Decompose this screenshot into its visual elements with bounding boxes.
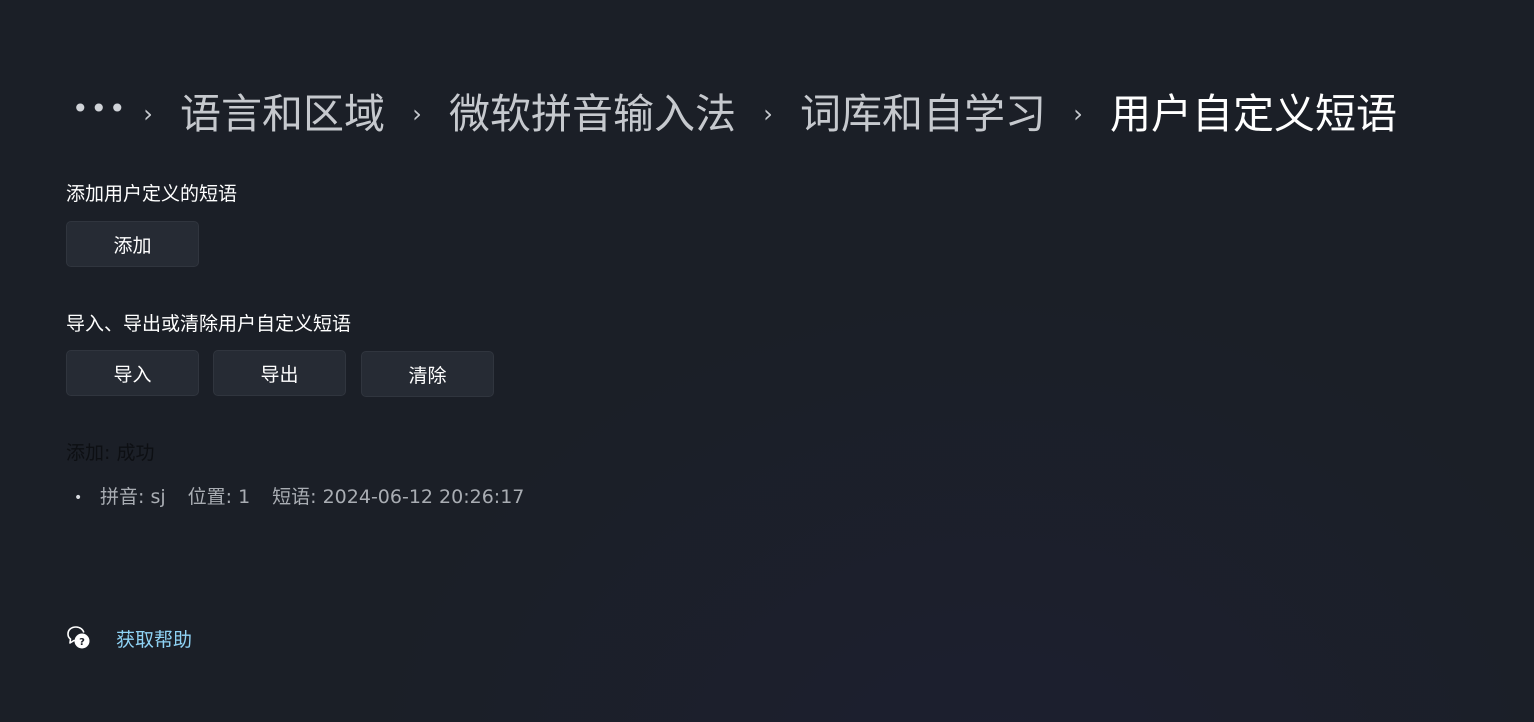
settings-page: ••• › 语言和区域 › 微软拼音输入法 › 词库和自学习 › 用户自定义短语…	[0, 0, 1534, 722]
svg-text:?: ?	[79, 637, 85, 648]
io-section-label: 导入、导出或清除用户自定义短语	[66, 313, 352, 335]
breadcrumb-item-lexicon-self-learning[interactable]: 词库和自学习	[800, 93, 1046, 135]
chevron-right-icon: ›	[763, 100, 773, 128]
help-chat-icon: ?	[66, 624, 92, 652]
status-title: 添加: 成功	[66, 442, 155, 464]
add-section-label: 添加用户定义的短语	[66, 183, 238, 205]
status-position: 位置: 1	[187, 486, 251, 508]
breadcrumb-more-button[interactable]: •••	[72, 95, 126, 123]
breadcrumb: ••• › 语言和区域 › 微软拼音输入法 › 词库和自学习 › 用户自定义短语	[72, 84, 1397, 144]
status-phrase: 短语: 2024-06-12 20:26:17	[272, 486, 525, 508]
chevron-right-icon: ›	[1073, 100, 1083, 128]
status-entry: • 拼音: sj 位置: 1 短语: 2024-06-12 20:26:17	[74, 488, 524, 507]
export-button[interactable]: 导出	[213, 350, 346, 396]
chevron-right-icon: ›	[143, 100, 153, 128]
add-button[interactable]: 添加	[66, 221, 199, 267]
get-help-row[interactable]: ? 获取帮助	[66, 624, 192, 652]
import-button[interactable]: 导入	[66, 350, 199, 396]
chevron-right-icon: ›	[412, 100, 422, 128]
bullet-icon: •	[74, 489, 83, 506]
status-pinyin: 拼音: sj	[100, 486, 166, 508]
page-title: 用户自定义短语	[1110, 89, 1397, 138]
clear-button[interactable]: 清除	[361, 351, 494, 397]
get-help-link[interactable]: 获取帮助	[116, 625, 192, 652]
breadcrumb-item-language-region[interactable]: 语言和区域	[180, 93, 385, 135]
breadcrumb-item-microsoft-pinyin[interactable]: 微软拼音输入法	[449, 93, 736, 135]
